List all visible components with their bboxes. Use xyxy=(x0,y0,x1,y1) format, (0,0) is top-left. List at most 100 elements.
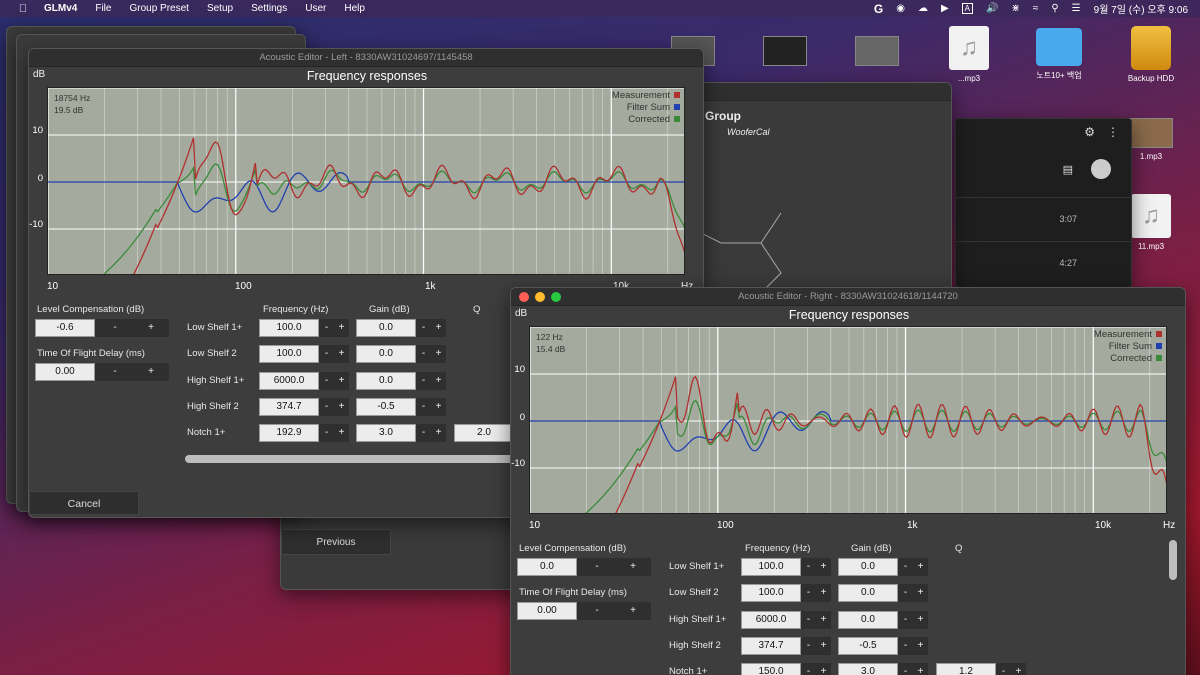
increment-button[interactable]: + xyxy=(431,345,446,363)
filter-frequency-field[interactable]: 100.0 xyxy=(741,558,801,576)
menu-settings[interactable]: Settings xyxy=(251,3,287,14)
close-icon[interactable] xyxy=(519,292,529,302)
filter-q-field[interactable]: 2.0 xyxy=(454,424,514,443)
decrement-button[interactable]: - xyxy=(416,319,431,337)
filter-frequency-field[interactable]: 100.0 xyxy=(259,319,319,337)
decrement-button[interactable]: - xyxy=(319,372,334,390)
increment-button[interactable]: + xyxy=(431,398,446,416)
filter-gain-field[interactable]: 0.0 xyxy=(838,610,898,629)
increment-button[interactable]: + xyxy=(1011,663,1026,675)
menu-app[interactable]: GLMv4 xyxy=(44,3,77,14)
google-icon[interactable]: G xyxy=(874,2,883,16)
desktop-icon-folder[interactable]: 노트10+ 백업 xyxy=(1024,28,1094,81)
filter-gain-field[interactable]: 0.0 xyxy=(356,345,416,364)
filter-gain-field[interactable]: 0.0 xyxy=(356,371,416,390)
increment-button[interactable]: + xyxy=(816,637,831,655)
decrement-button[interactable]: - xyxy=(898,637,913,655)
menu-file[interactable]: File xyxy=(95,3,111,14)
filter-gain-field[interactable]: 0.0 xyxy=(356,319,416,337)
filter-frequency-field[interactable]: 100.0 xyxy=(741,584,801,603)
desktop-icon[interactable] xyxy=(750,36,820,70)
app-status-icon[interactable]: ◉ xyxy=(896,3,905,14)
decrement-button[interactable]: - xyxy=(319,424,334,442)
increment-button[interactable]: + xyxy=(913,558,928,576)
filter-gain-field[interactable]: 3.0 xyxy=(838,663,898,675)
input-method-icon[interactable]: A xyxy=(961,3,973,14)
decrement-button[interactable]: - xyxy=(898,558,913,576)
clock[interactable]: 9월 7일 (수) 오후 9:06 xyxy=(1094,1,1188,16)
decrement-button[interactable]: - xyxy=(416,398,431,416)
cancel-button[interactable]: Cancel xyxy=(29,491,139,515)
bluetooth-icon[interactable]: ⋇ xyxy=(1011,3,1019,14)
level-compensation-field[interactable]: 0.0 xyxy=(517,558,577,576)
filter-gain-field[interactable]: -0.5 xyxy=(838,636,898,655)
increment-button[interactable]: + xyxy=(816,663,831,675)
filter-frequency-field[interactable]: 6000.0 xyxy=(259,371,319,390)
increment-button[interactable]: + xyxy=(913,584,928,602)
filter-frequency-field[interactable]: 150.0 xyxy=(741,663,801,675)
increment-button[interactable]: + xyxy=(913,663,928,675)
filter-frequency-field[interactable]: 374.7 xyxy=(741,636,801,655)
zoom-icon[interactable] xyxy=(551,292,561,302)
increment-button[interactable]: + xyxy=(615,558,651,576)
increment-button[interactable]: + xyxy=(615,602,651,620)
play-icon[interactable]: ▶ xyxy=(941,3,949,14)
increment-button[interactable]: + xyxy=(431,319,446,337)
filter-frequency-field[interactable]: 192.9 xyxy=(259,424,319,443)
volume-icon[interactable]: 🔊 xyxy=(986,3,998,14)
filter-gain-field[interactable]: 0.0 xyxy=(838,558,898,576)
decrement-button[interactable]: - xyxy=(97,363,133,381)
increment-button[interactable]: + xyxy=(334,424,349,442)
filter-frequency-field[interactable]: 374.7 xyxy=(259,397,319,416)
decrement-button[interactable]: - xyxy=(801,637,816,655)
decrement-button[interactable]: - xyxy=(319,398,334,416)
menu-user[interactable]: User xyxy=(305,3,326,14)
acoustic-editor-right[interactable]: Acoustic Editor - Right - 8330AW31024618… xyxy=(510,287,1186,675)
cloud-icon[interactable]: ☁ xyxy=(918,3,928,14)
decrement-button[interactable]: - xyxy=(579,558,615,576)
menu-setup[interactable]: Setup xyxy=(207,3,233,14)
increment-button[interactable]: + xyxy=(334,398,349,416)
vertical-scrollbar[interactable] xyxy=(1169,540,1177,580)
list-item[interactable]: 3:07 xyxy=(956,197,1131,241)
decrement-button[interactable]: - xyxy=(97,319,133,337)
decrement-button[interactable]: - xyxy=(801,611,816,629)
cast-icon[interactable]: ▤ xyxy=(1063,163,1073,176)
decrement-button[interactable]: - xyxy=(416,345,431,363)
decrement-button[interactable]: - xyxy=(801,558,816,576)
control-center-icon[interactable]: ☰ xyxy=(1072,3,1081,14)
tof-delay-field[interactable]: 0.00 xyxy=(35,363,95,381)
increment-button[interactable]: + xyxy=(431,424,446,442)
desktop-icon-mp3[interactable]: ♫ ...mp3 xyxy=(934,26,1004,83)
more-icon[interactable]: ⋮ xyxy=(1107,125,1119,139)
increment-button[interactable]: + xyxy=(334,372,349,390)
increment-button[interactable]: + xyxy=(816,558,831,576)
decrement-button[interactable]: - xyxy=(416,424,431,442)
desktop-icon-hdd[interactable]: Backup HDD xyxy=(1116,26,1186,83)
filter-q-field[interactable]: 1.2 xyxy=(936,663,996,675)
menu-group-preset[interactable]: Group Preset xyxy=(129,3,188,14)
filter-gain-field[interactable]: 3.0 xyxy=(356,424,416,443)
filter-frequency-field[interactable]: 100.0 xyxy=(259,345,319,364)
decrement-button[interactable]: - xyxy=(579,602,615,620)
decrement-button[interactable]: - xyxy=(801,663,816,675)
frequency-response-plot[interactable]: 18754 Hz 19.5 dB Measurement Filter Sum … xyxy=(47,87,685,275)
filter-gain-field[interactable]: 0.0 xyxy=(838,584,898,603)
filter-gain-field[interactable]: -0.5 xyxy=(356,397,416,416)
decrement-button[interactable]: - xyxy=(898,584,913,602)
increment-button[interactable]: + xyxy=(816,584,831,602)
level-compensation-field[interactable]: -0.6 xyxy=(35,319,95,337)
search-icon[interactable]: ⚲ xyxy=(1051,3,1058,14)
minimize-icon[interactable] xyxy=(535,292,545,302)
increment-button[interactable]: + xyxy=(334,345,349,363)
list-item[interactable]: 4:27 xyxy=(956,241,1131,285)
decrement-button[interactable]: - xyxy=(898,611,913,629)
decrement-button[interactable]: - xyxy=(416,372,431,390)
increment-button[interactable]: + xyxy=(913,611,928,629)
filter-frequency-field[interactable]: 6000.0 xyxy=(741,610,801,629)
extension-icon[interactable]: ⚙ xyxy=(1084,125,1095,139)
decrement-button[interactable]: - xyxy=(319,319,334,337)
increment-button[interactable]: + xyxy=(334,319,349,337)
frequency-response-plot[interactable]: 122 Hz 15.4 dB Measurement Filter Sum Co… xyxy=(529,326,1167,514)
horizontal-scrollbar[interactable] xyxy=(185,455,515,463)
